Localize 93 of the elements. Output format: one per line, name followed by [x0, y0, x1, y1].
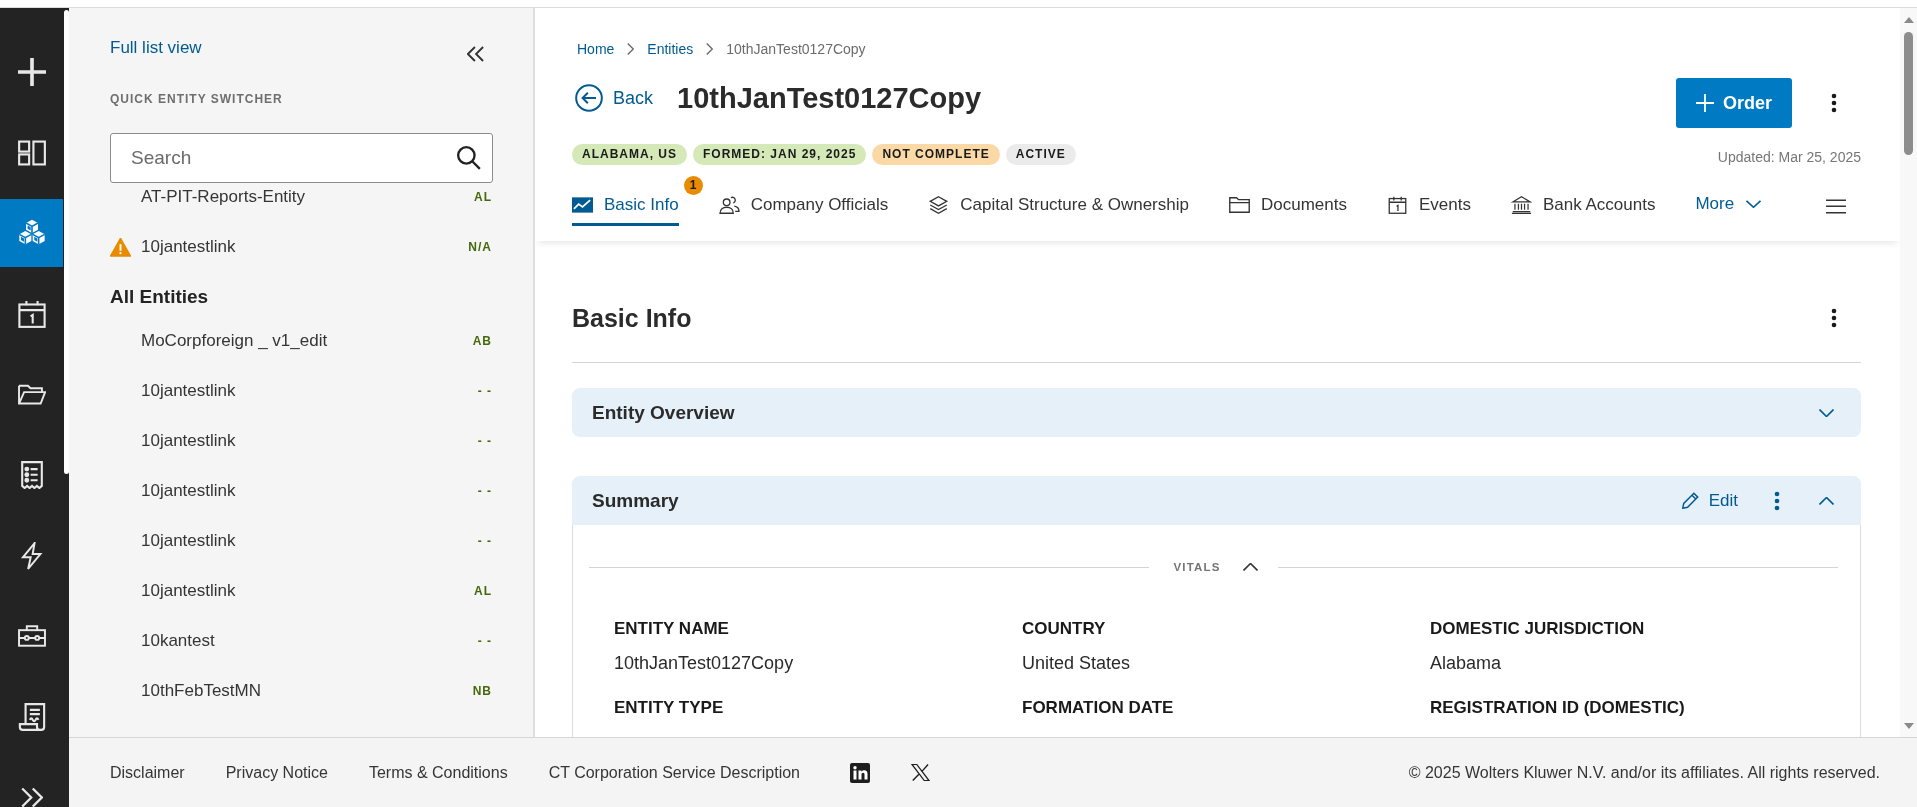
plus-icon — [1696, 94, 1714, 112]
field-value: Alabama — [1430, 652, 1502, 674]
entity-list-item[interactable]: 10jantestlink N/A — [110, 233, 493, 261]
entity-list-item[interactable]: 10kantest - - — [110, 627, 493, 655]
jurisdiction-code: NB — [472, 684, 493, 698]
tab[interactable]: Bank Accounts — [1510, 184, 1656, 226]
section-label: QUICK ENTITY SWITCHER — [110, 91, 284, 107]
scroll-up-arrow-icon[interactable] — [1903, 17, 1914, 23]
linkedin-icon[interactable] — [850, 762, 870, 783]
chevron-down-icon — [1746, 199, 1762, 208]
jurisdiction-code: - - — [477, 534, 493, 548]
search-field[interactable]: Search — [110, 133, 493, 183]
entity-list-item[interactable]: 10jantestlink - - — [110, 477, 493, 505]
field-label: ENTITY TYPE — [614, 697, 724, 719]
field-label: FORMATION DATE — [1022, 697, 1174, 719]
search-icon[interactable] — [457, 146, 481, 170]
scroll-down-arrow-icon[interactable] — [1903, 723, 1914, 729]
document-icon — [17, 702, 46, 731]
entity-list-item[interactable]: 10jantestlink - - — [110, 527, 493, 555]
entity-list-item[interactable]: 10thFebTestMN NB — [110, 677, 493, 705]
double-chevron-left-icon[interactable] — [467, 46, 484, 62]
jurisdiction-code: AL — [474, 584, 493, 598]
footer-link[interactable]: Terms & Conditions — [368, 763, 508, 782]
line-chart-icon — [572, 195, 593, 214]
chevron-up-icon[interactable] — [1819, 496, 1834, 505]
plus-icon — [17, 58, 46, 86]
layers-icon — [928, 195, 950, 214]
jurisdiction-code: - - — [477, 634, 493, 648]
scrollbar-thumb[interactable] — [1904, 32, 1913, 155]
footer-link[interactable]: CT Corporation Service Description — [548, 763, 800, 782]
status-tag: FORMED: JAN 29, 2025 — [693, 143, 867, 165]
entity-list-item[interactable]: MoCorpforeign _ v1_edit AB — [110, 327, 493, 355]
entity-list-item[interactable]: 10jantestlink AL — [110, 577, 493, 605]
breadcrumb-current: 10thJanTest0127Copy — [726, 40, 866, 59]
entity-list-item[interactable]: AT-PIT-Reports-Entity AL — [110, 183, 493, 211]
edit-button[interactable]: Edit — [1681, 490, 1738, 511]
status-tag: ACTIVE — [1005, 143, 1076, 165]
kebab-menu-icon[interactable] — [1831, 93, 1837, 113]
calendar-icon — [1386, 195, 1408, 214]
menu-icon[interactable] — [1826, 199, 1846, 214]
accordion-title: Summary — [592, 489, 680, 512]
status-tag: ALABAMA, US — [572, 143, 687, 165]
footer-link[interactable]: Disclaimer — [110, 763, 185, 782]
jurisdiction-code: AB — [472, 334, 493, 348]
group-title: VITALS — [1173, 561, 1221, 573]
field-label: DOMESTIC JURISDICTION — [1430, 618, 1645, 640]
jurisdiction-code: - - — [477, 434, 493, 448]
pencil-icon — [1681, 492, 1699, 509]
more-tabs-button[interactable]: More — [1695, 184, 1762, 226]
field-label: ENTITY NAME — [614, 618, 729, 640]
tab[interactable]: Events — [1386, 184, 1471, 226]
chevron-down-icon[interactable] — [1819, 408, 1834, 417]
entity-list-item[interactable]: 10jantestlink - - — [110, 427, 493, 455]
footer-link[interactable]: Privacy Notice — [225, 763, 328, 782]
kebab-menu-icon[interactable] — [1774, 490, 1780, 511]
layout-icon — [17, 138, 46, 167]
calendar-icon — [17, 299, 46, 328]
folder-icon — [1228, 195, 1250, 214]
jurisdiction-code: - - — [477, 484, 493, 498]
accordion-title: Entity Overview — [592, 401, 736, 424]
entity-title: 10thJanTest0127Copy — [677, 81, 982, 116]
people-icon — [718, 195, 740, 214]
jurisdiction-code: - - — [477, 384, 493, 398]
jurisdiction-code: AL — [474, 190, 493, 204]
chevron-right-icon — [706, 43, 714, 55]
entity-list-item[interactable]: 10jantestlink - - — [110, 377, 493, 405]
chevron-right-icon — [627, 43, 635, 55]
x-logo-icon[interactable] — [911, 764, 930, 781]
field-label: COUNTRY — [1022, 618, 1106, 640]
field-value: United States — [1022, 652, 1131, 674]
field-label: REGISTRATION ID (DOMESTIC) — [1430, 697, 1685, 719]
list-heading: All Entities — [110, 285, 210, 309]
breadcrumb-link[interactable]: Home — [577, 39, 615, 59]
tab[interactable]: Capital Structure & Ownership — [928, 184, 1189, 226]
bank-icon — [1510, 195, 1532, 214]
status-tag: NOT COMPLETE — [872, 143, 1000, 165]
updated-date: Updated: Mar 25, 2025 — [1717, 148, 1861, 165]
back-link[interactable]: Back — [575, 84, 654, 112]
tab[interactable]: Company Officials — [718, 184, 889, 226]
full-list-view-link[interactable]: Full list view — [110, 36, 202, 60]
tab[interactable]: Basic Info — [572, 184, 679, 226]
copyright-text: © 2025 Wolters Kluwer N.V. and/or its affiliates. All rights reserved. — [1408, 763, 1880, 782]
double-chevron-right-icon — [20, 786, 43, 807]
breadcrumb-link[interactable]: Entities — [647, 39, 694, 59]
section-title: Basic Info — [572, 303, 693, 334]
jurisdiction-code: N/A — [468, 240, 493, 254]
scrollbar-thumb[interactable] — [64, 10, 69, 474]
kebab-menu-icon[interactable] — [1831, 308, 1837, 328]
order-button[interactable]: Order — [1676, 78, 1792, 128]
chevron-up-icon[interactable] — [1242, 563, 1258, 571]
field-value: 10thJanTest0127Copy — [614, 652, 794, 674]
notification-badge: 1 — [683, 176, 703, 195]
tab[interactable]: Documents — [1228, 184, 1347, 226]
